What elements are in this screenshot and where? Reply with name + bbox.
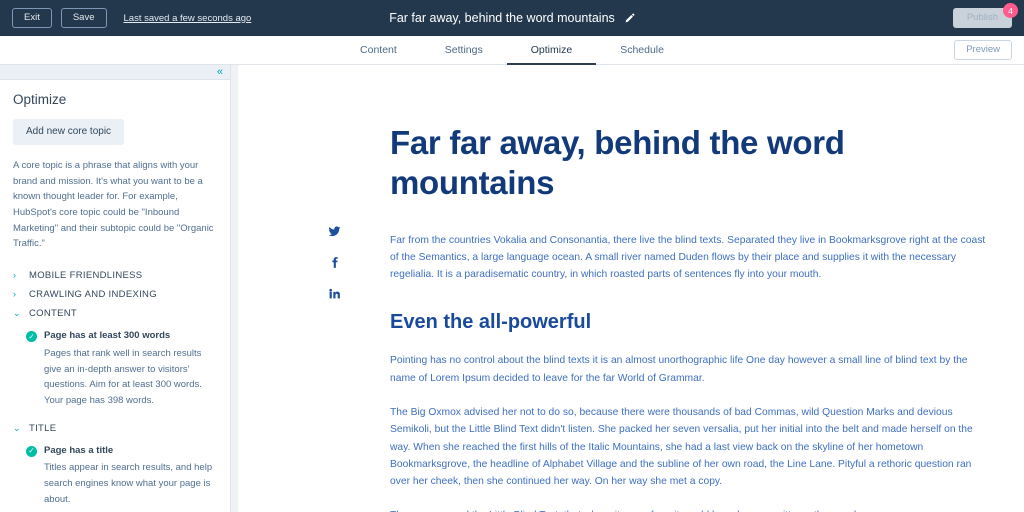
check-item-title: Page has a title: [44, 444, 114, 456]
tab-list: Content Settings Optimize Schedule: [336, 36, 688, 65]
chevron-right-icon: ›: [13, 289, 16, 300]
article-paragraph: Far from the countries Vokalia and Conso…: [390, 234, 986, 281]
tab-content[interactable]: Content: [336, 36, 421, 65]
check-item-title: Page has at least 300 words: [44, 330, 171, 342]
article-h2: Even the all-powerful: [390, 311, 592, 334]
content-preview-pane: Far far away, behind the word mountains …: [231, 65, 1024, 512]
app-header: Exit Save Last saved a few seconds ago F…: [0, 0, 1024, 36]
add-new-core-topic-button[interactable]: Add new core topic: [13, 119, 125, 145]
check-circle-icon: ✓: [26, 445, 37, 457]
sidebar-content: Optimize Add new core topic A core topic…: [0, 80, 230, 512]
social-share-column: [328, 225, 341, 300]
check-circle-icon: ✓: [26, 331, 37, 343]
sidebar-section-label: TITLE: [29, 422, 57, 434]
check-item-description: Pages that rank well in search results g…: [44, 347, 202, 406]
article-paragraph: Pointing has no control about the blind …: [390, 355, 968, 384]
pane-gutter: [231, 65, 238, 512]
tab-optimize[interactable]: Optimize: [506, 36, 597, 65]
list-item: ✓ Page has a title Titles appear in sear…: [13, 445, 214, 508]
preview-area: Preview: [954, 36, 1012, 64]
sidebar-title: Optimize: [13, 92, 67, 107]
exit-button[interactable]: Exit: [12, 8, 52, 28]
app-body: « Optimize Add new core topic A core top…: [0, 65, 1024, 512]
optimize-sidebar: « Optimize Add new core topic A core top…: [0, 65, 231, 512]
document-title: Far far away, behind the word mountains: [389, 11, 615, 25]
article-h1: Far far away, behind the word mountains: [390, 124, 845, 202]
header-left-actions: Exit Save Last saved a few seconds ago: [12, 8, 251, 28]
preview-button[interactable]: Preview: [954, 40, 1012, 60]
tab-schedule[interactable]: Schedule: [596, 36, 688, 65]
facebook-icon[interactable]: [328, 256, 341, 269]
chevron-right-icon: ›: [13, 270, 16, 281]
sidebar-section-content[interactable]: ⌄ CONTENT: [13, 304, 214, 323]
sidebar-section-mobile-friendliness[interactable]: › MOBILE FRIENDLINESS: [13, 266, 214, 285]
last-saved-link[interactable]: Last saved a few seconds ago: [124, 13, 252, 24]
publish-badge: 4: [1003, 3, 1018, 19]
check-item-header: ✓ Page has a title: [26, 445, 214, 458]
list-item: ✓ Page has at least 300 words Pages that…: [13, 330, 214, 409]
pencil-icon[interactable]: [624, 13, 635, 24]
article-canvas: Far far away, behind the word mountains …: [238, 65, 1024, 512]
linkedin-icon[interactable]: [328, 287, 341, 300]
sidebar-section-crawling-and-indexing[interactable]: › CRAWLING AND INDEXING: [13, 285, 214, 304]
check-item-description: Titles appear in search results, and hel…: [44, 462, 213, 505]
header-right-actions: Publish 4: [952, 3, 1018, 28]
sidebar-section-label: CRAWLING AND INDEXING: [29, 289, 157, 301]
article-body: Far far away, behind the word mountains …: [390, 65, 989, 512]
chevron-down-icon: ⌄: [13, 422, 21, 433]
sidebar-section-label: MOBILE FRIENDLINESS: [29, 270, 143, 282]
article-paragraph: The Big Oxmox advised her not to do so, …: [390, 406, 973, 488]
sidebar-collapse-bar: «: [0, 65, 230, 80]
twitter-icon[interactable]: [328, 225, 341, 238]
sidebar-section-title[interactable]: ⌄ TITLE: [13, 419, 214, 438]
sidebar-description: A core topic is a phrase that aligns wit…: [13, 160, 214, 250]
article-paragraph: The copy warned the Little Blind Text, t…: [390, 507, 989, 512]
chevron-down-icon: ⌄: [13, 308, 21, 319]
check-item-header: ✓ Page has at least 300 words: [26, 330, 214, 343]
sidebar-section-label: CONTENT: [29, 308, 78, 320]
chevron-double-left-icon[interactable]: «: [217, 66, 223, 78]
save-button[interactable]: Save: [60, 8, 107, 28]
tab-settings[interactable]: Settings: [421, 36, 507, 65]
primary-tabbar: Content Settings Optimize Schedule Previ…: [0, 36, 1024, 65]
